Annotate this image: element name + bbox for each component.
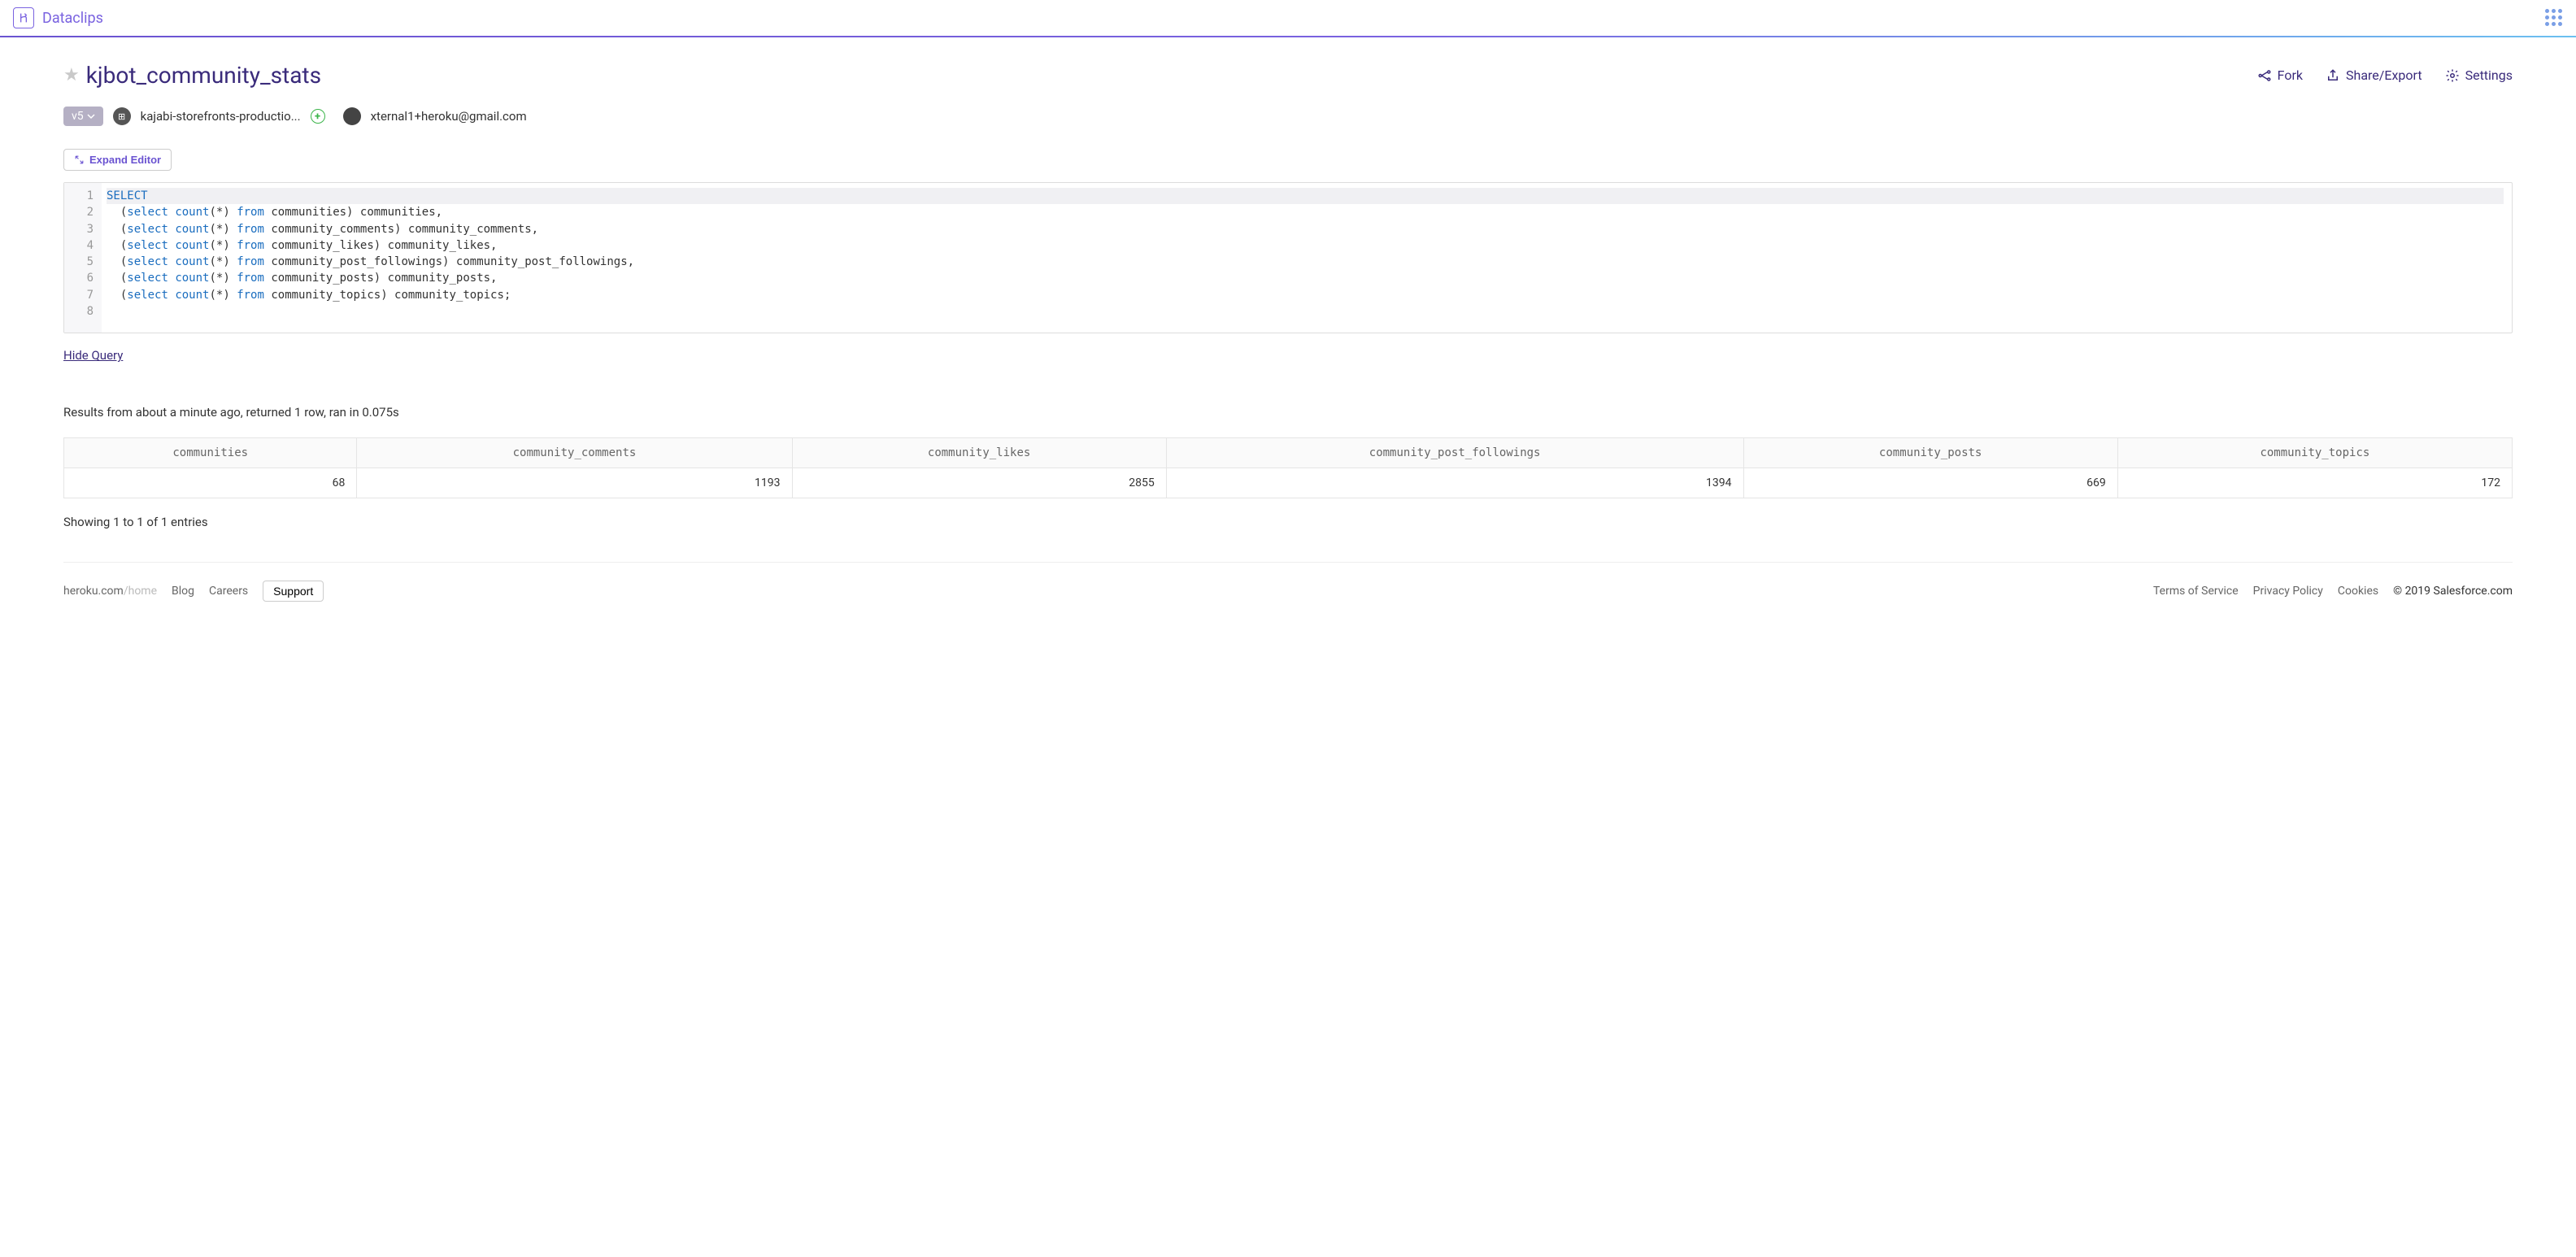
table-cell: 2855 — [792, 468, 1166, 498]
database-icon: ⊞ — [113, 107, 131, 125]
heroku-logo-icon[interactable] — [13, 7, 34, 28]
chevron-down-icon — [87, 112, 95, 120]
results-table: communitiescommunity_commentscommunity_l… — [63, 437, 2513, 498]
footer-blog-link[interactable]: Blog — [172, 585, 194, 598]
add-database-button[interactable]: + — [311, 109, 325, 124]
fork-button[interactable]: Fork — [2257, 67, 2303, 83]
table-cell: 1193 — [357, 468, 792, 498]
hide-query-link[interactable]: Hide Query — [63, 348, 123, 363]
share-export-button[interactable]: Share/Export — [2326, 67, 2422, 83]
meta-row: v5 ⊞ kajabi-storefronts-productio... + x… — [63, 107, 2513, 126]
gear-icon — [2445, 68, 2460, 83]
avatar[interactable] — [343, 107, 361, 125]
topbar: Dataclips — [0, 0, 2576, 37]
table-cell: 172 — [2117, 468, 2512, 498]
footer-support-button[interactable]: Support — [263, 581, 324, 602]
column-header[interactable]: community_comments — [357, 438, 792, 468]
footer-cookies-link[interactable]: Cookies — [2338, 585, 2378, 598]
fork-icon — [2257, 68, 2272, 83]
column-header[interactable]: community_post_followings — [1166, 438, 1743, 468]
footer-privacy-link[interactable]: Privacy Policy — [2253, 585, 2323, 598]
line-numbers: 12345678 — [64, 183, 102, 333]
footer-tos-link[interactable]: Terms of Service — [2153, 585, 2239, 598]
expand-editor-button[interactable]: Expand Editor — [63, 149, 172, 171]
column-header[interactable]: communities — [64, 438, 357, 468]
database-name: kajabi-storefronts-productio... — [141, 109, 301, 124]
brand-title[interactable]: Dataclips — [42, 10, 103, 27]
column-header[interactable]: community_posts — [1743, 438, 2117, 468]
table-cell: 1394 — [1166, 468, 1743, 498]
footer: heroku.com/home Blog Careers Support Ter… — [63, 562, 2513, 634]
footer-copyright: © 2019 Salesforce.com — [2393, 585, 2513, 598]
share-icon — [2326, 68, 2340, 83]
table-cell: 669 — [1743, 468, 2117, 498]
star-icon[interactable]: ★ — [63, 65, 80, 85]
footer-heroku-link[interactable]: heroku.com/home — [63, 585, 157, 598]
table-row: 68119328551394669172 — [64, 468, 2513, 498]
version-selector[interactable]: v5 — [63, 107, 103, 126]
results-meta: Results from about a minute ago, returne… — [63, 405, 2513, 420]
apps-grid-icon[interactable] — [2545, 9, 2563, 27]
showing-entries: Showing 1 to 1 of 1 entries — [63, 515, 2513, 529]
sql-editor[interactable]: 12345678 SELECT (select count(*) from co… — [63, 182, 2513, 333]
column-header[interactable]: community_topics — [2117, 438, 2512, 468]
table-cell: 68 — [64, 468, 357, 498]
settings-button[interactable]: Settings — [2445, 67, 2513, 83]
title-row: ★ kjbot_community_stats Fork Share/Expor… — [63, 62, 2513, 89]
code-area[interactable]: SELECT (select count(*) from communities… — [102, 183, 2512, 333]
footer-careers-link[interactable]: Careers — [209, 585, 248, 598]
user-email: xternal1+heroku@gmail.com — [371, 109, 527, 124]
expand-icon — [74, 154, 85, 165]
column-header[interactable]: community_likes — [792, 438, 1166, 468]
page-title: kjbot_community_stats — [86, 62, 321, 89]
